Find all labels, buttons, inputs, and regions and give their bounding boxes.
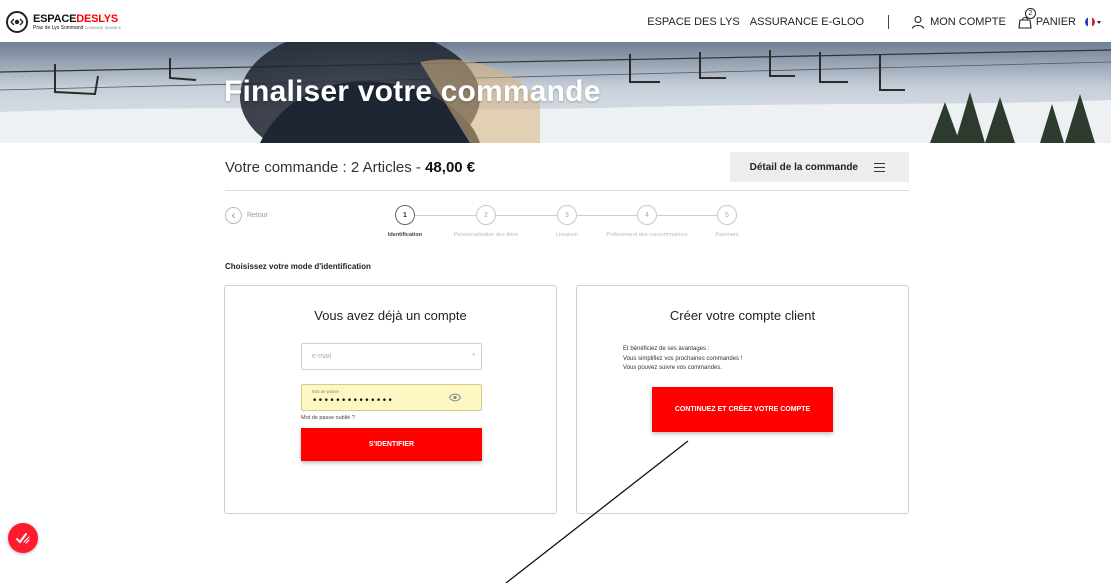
nav-assurance[interactable]: ASSURANCE E-GLOO <box>750 16 864 28</box>
logo-wordmark: ESPACEDESLYS <box>33 12 119 25</box>
step-identification[interactable]: 1 Identification <box>360 205 450 238</box>
checkout-stepper: 1 Identification 2 Personnalisation des … <box>0 205 1111 245</box>
password-field[interactable]: Mot de passe •••••••••••••• <box>301 384 482 411</box>
top-bar: ESPACEDESLYS Praz de Lys Sommand DOMAINE… <box>0 0 1111 42</box>
hero-banner: Finaliser votre commande <box>0 42 1111 143</box>
nav-divider <box>888 15 890 29</box>
forgot-password-link[interactable]: Mot de passe oublié ? <box>301 415 355 421</box>
logo-icon <box>6 11 28 33</box>
chevron-down-icon <box>1097 20 1101 24</box>
logo[interactable]: ESPACEDESLYS Praz de Lys Sommand DOMAINE… <box>6 11 121 33</box>
order-detail-button[interactable]: Détail de la commande <box>730 152 909 182</box>
password-label: Mot de passe <box>312 389 340 394</box>
cart-link[interactable]: 2 PANIER <box>1018 8 1076 29</box>
order-total: 48,00 € <box>425 159 476 176</box>
flag-fr-icon <box>1085 17 1095 27</box>
nav-espace-des-lys[interactable]: ESPACE DES LYS <box>647 16 740 28</box>
login-card: Vous avez déjà un compte * Mot de passe … <box>224 285 557 514</box>
list-icon <box>874 162 885 172</box>
login-button[interactable]: S'IDENTIFIER <box>301 428 482 461</box>
password-value: •••••••••••••• <box>312 396 394 406</box>
login-title: Vous avez déjà un compte <box>314 308 467 323</box>
step-livraison: 3 Livraison <box>522 205 612 238</box>
create-account-button[interactable]: CONTINUEZ ET CRÉEZ VOTRE COMPTE <box>652 387 833 432</box>
divider <box>225 190 909 191</box>
main-nav: ESPACE DES LYS ASSURANCE E-GLOO MON COMP… <box>647 8 1101 36</box>
cart-label: PANIER <box>1035 16 1076 28</box>
email-field[interactable] <box>302 344 481 369</box>
benefits-text: Et bénéficiez de ses avantages : Vous si… <box>623 346 743 371</box>
step-personnalisation: 2 Personnalisation des titres <box>441 205 531 238</box>
user-icon <box>912 15 925 29</box>
page-title: Finaliser votre commande <box>224 75 601 108</box>
language-selector[interactable] <box>1085 17 1101 27</box>
email-field-wrap: * <box>301 343 482 370</box>
order-summary: Votre commande : 2 Articles - 48,00 € <box>225 159 476 176</box>
required-mark: * <box>472 353 475 360</box>
create-account-title: Créer votre compte client <box>669 308 816 323</box>
step-paiement: 5 Paiement <box>682 205 772 238</box>
account-link[interactable]: MON COMPTE <box>911 15 1006 29</box>
step-prelevement: 4 Prélèvement des consommations <box>602 205 692 238</box>
logo-tagline: Praz de Lys Sommand DOMAINE SKIABLE <box>33 24 122 31</box>
cart-count-badge: 2 <box>1024 8 1036 19</box>
chat-badge-icon[interactable] <box>8 523 38 553</box>
account-label: MON COMPTE <box>930 16 1006 28</box>
create-account-card: Créer votre compte client Et bénéficiez … <box>576 285 909 514</box>
section-title: Choisissez votre mode d'identification <box>225 262 371 271</box>
eye-icon[interactable] <box>449 393 461 402</box>
